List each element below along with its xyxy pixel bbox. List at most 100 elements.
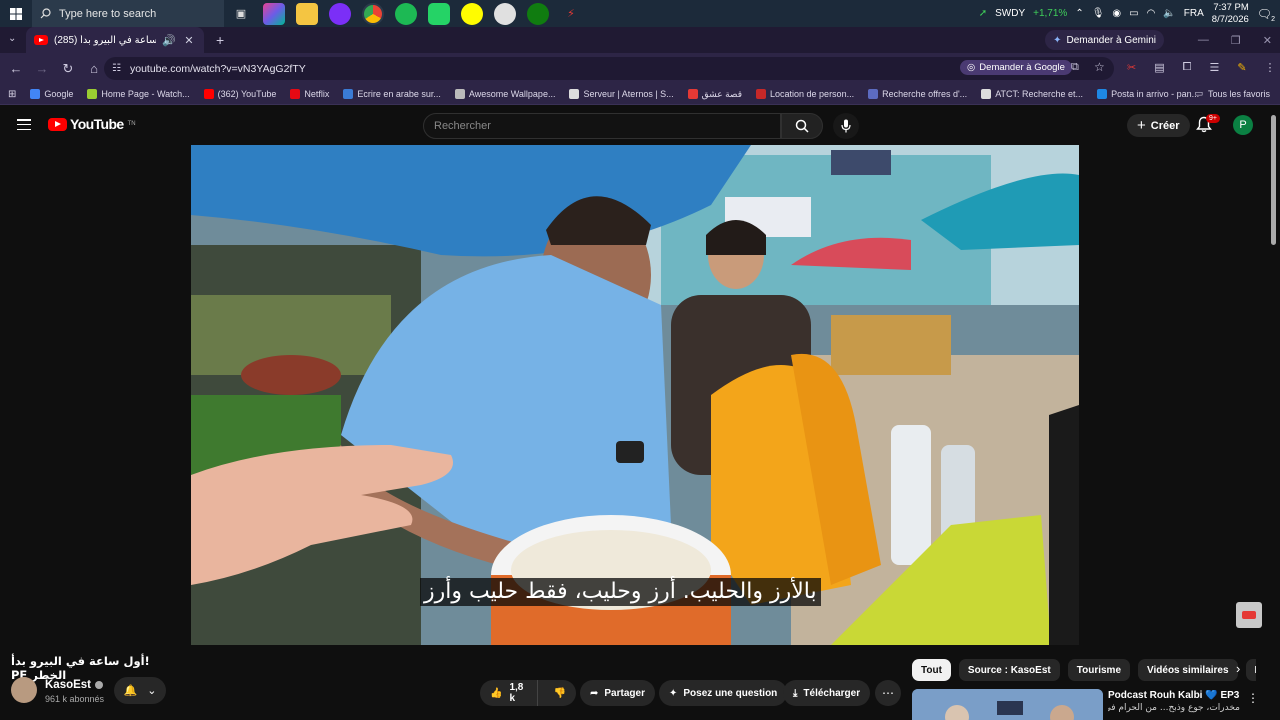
reading-list-icon[interactable]: ☰ <box>1209 61 1219 74</box>
bookmark-item[interactable]: Ecrire en arabe sur... <box>343 89 441 100</box>
bookmark-item[interactable]: (362) YouTube <box>203 89 276 100</box>
share-button[interactable]: ➦ Partager <box>580 680 655 706</box>
browser-menu-icon[interactable]: ⋮ <box>1265 61 1276 74</box>
chip-for-you[interactable]: Pou <box>1245 659 1256 681</box>
youtube-search-input[interactable]: Rechercher <box>423 113 781 139</box>
chip-all[interactable]: Tout <box>912 659 951 681</box>
bookmark-item[interactable]: قصة عشق <box>687 89 742 100</box>
bookmark-item[interactable]: Awesome Wallpape... <box>454 89 555 100</box>
back-icon[interactable]: ← <box>4 61 28 76</box>
tab-youtube[interactable]: (285) أول ساعة في البيرو بدأ 🔊 ✕ <box>26 27 204 53</box>
recommended-video-thumbnail[interactable] <box>912 689 1103 720</box>
bookmark-favicon-icon <box>454 89 465 99</box>
volume-icon[interactable]: 🔈 <box>1163 8 1175 19</box>
account-avatar[interactable]: P <box>1233 115 1253 135</box>
extension-tab-icon[interactable]: ▤ <box>1154 61 1164 74</box>
bookmark-favicon-icon <box>868 89 879 99</box>
bookmark-star-icon[interactable]: ☆ <box>1094 60 1105 74</box>
file-explorer-icon[interactable] <box>296 2 318 25</box>
wifi-icon[interactable]: ◠ <box>1147 8 1156 19</box>
taskbar-search-box[interactable]: Type here to search <box>32 0 224 27</box>
close-window-icon[interactable]: ✕ <box>1263 34 1272 47</box>
profile-icon[interactable]: ✎ <box>1237 61 1246 74</box>
reload-icon[interactable]: ↻ <box>56 61 80 77</box>
language-indicator[interactable]: FRA <box>1184 8 1204 19</box>
new-tab-icon[interactable]: + <box>216 32 224 48</box>
bookmark-favicon-icon <box>343 89 354 99</box>
like-dislike-group: 👍 1,8 k 👎 <box>480 680 576 706</box>
download-button[interactable]: ⤓ Télécharger <box>783 680 871 706</box>
notification-center-icon[interactable]: 🗨 2 <box>1257 7 1275 23</box>
floating-channel-badge[interactable] <box>1236 602 1262 628</box>
apps-grid-icon[interactable]: ⊞ <box>8 89 16 100</box>
bookmark-item[interactable]: Netflix <box>290 89 329 100</box>
cast-icon[interactable]: ⧉ <box>1071 61 1079 74</box>
xbox-icon[interactable] <box>527 2 549 25</box>
bookmark-item[interactable]: Location de person... <box>756 89 854 100</box>
channel-name-link[interactable]: KasoEst <box>45 679 104 691</box>
menu-hamburger-icon[interactable] <box>17 119 31 130</box>
tab-search-chevron-icon[interactable]: ⌄ <box>8 33 16 44</box>
stock-symbol[interactable]: SWDY <box>995 8 1025 19</box>
youtube-search-button[interactable] <box>781 113 823 139</box>
forward-icon[interactable]: → <box>30 61 54 76</box>
site-info-icon[interactable]: ☷ <box>112 63 121 74</box>
spotify-icon[interactable] <box>395 2 417 25</box>
chip-source[interactable]: Source : KasoEst <box>958 659 1060 681</box>
windows-start-icon[interactable] <box>0 0 32 27</box>
minimize-icon[interactable]: — <box>1198 34 1209 46</box>
bookmark-favicon-icon <box>687 89 698 99</box>
ask-gemini-button[interactable]: ✦ Demander à Gemini <box>1045 30 1164 50</box>
dislike-button[interactable]: 👎 <box>544 680 576 706</box>
battery-icon[interactable]: ▭ <box>1129 8 1138 19</box>
chrome-icon[interactable] <box>362 2 384 25</box>
task-view-icon[interactable]: ▣ <box>230 3 252 25</box>
subscriber-count: 961 k abonnés <box>45 694 105 704</box>
page-scrollbar[interactable] <box>1271 115 1276 245</box>
chevron-right-icon[interactable]: › <box>1236 661 1240 676</box>
youtube-header: YouTube TN Rechercher + Créer 9+ P <box>0 105 1268 145</box>
ask-google-button[interactable]: ◎ Demander à Google <box>960 60 1072 75</box>
extensions-puzzle-icon[interactable]: ⧠ <box>1183 61 1192 74</box>
red-app-icon[interactable]: ⚡ <box>560 3 582 25</box>
youtube-logo[interactable]: YouTube TN <box>48 116 136 132</box>
chevron-up-icon[interactable]: ⌃ <box>1075 8 1083 19</box>
home-icon[interactable]: ⌂ <box>82 61 106 76</box>
taskbar-clock[interactable]: 7:37 PM 8/7/2026 <box>1212 2 1249 26</box>
chip-tourism[interactable]: Tourisme <box>1067 659 1131 681</box>
maximize-icon[interactable]: ❐ <box>1231 34 1241 47</box>
search-icon <box>40 8 51 19</box>
bookmark-item[interactable]: Google <box>30 89 73 100</box>
ask-question-button[interactable]: ✦ Posez une question <box>659 680 788 706</box>
bookmark-item[interactable]: ATCT: Recherche et... <box>981 89 1083 100</box>
channel-avatar[interactable] <box>11 677 37 703</box>
chip-similar-videos[interactable]: Vidéos similaires <box>1138 659 1238 681</box>
video-frame-image <box>191 145 1079 645</box>
bookmark-item[interactable]: Home Page - Watch... <box>87 89 190 100</box>
messenger-app-icon[interactable] <box>329 2 351 25</box>
close-tab-icon[interactable]: ✕ <box>182 34 196 47</box>
subscription-bell-button[interactable]: 🔔 ⌄ <box>114 677 166 704</box>
microphone-icon[interactable]: 🎙 <box>1092 8 1105 19</box>
video-player[interactable]: بالأرز والحليب. أرز وحليب، فقط حليب وأرز <box>191 145 1079 645</box>
whatsapp-icon[interactable] <box>428 2 450 25</box>
recommended-video-title[interactable]: Podcast Rouh Kalbi 💙 EP3 | <box>1108 690 1240 701</box>
photos-app-icon[interactable] <box>263 2 285 25</box>
bookmark-item[interactable]: Posta in arrivo - pan... <box>1097 89 1199 100</box>
voice-search-button[interactable] <box>833 113 859 139</box>
like-button[interactable]: 👍 1,8 k <box>480 680 538 706</box>
extension-red-icon[interactable]: ✂ <box>1127 61 1136 74</box>
create-button[interactable]: + Créer <box>1127 114 1190 137</box>
chevron-down-icon: ⌄ <box>147 685 157 697</box>
recommended-more-icon[interactable]: ⋮ <box>1247 691 1259 705</box>
snapchat-icon[interactable] <box>461 2 483 25</box>
audio-playing-icon[interactable]: 🔊 <box>162 34 176 47</box>
location-icon[interactable]: ◉ <box>1112 8 1121 19</box>
bookmark-label: Home Page - Watch... <box>101 89 190 99</box>
bookmark-item[interactable]: Recherche offres d'... <box>868 89 967 100</box>
bookmark-item[interactable]: Serveur | Aternos | S... <box>569 89 674 100</box>
screen-recorder-icon[interactable] <box>494 2 516 25</box>
bookmark-label: Ecrire en arabe sur... <box>357 89 441 99</box>
all-bookmarks-button[interactable]: ▭ Tous les favoris <box>1194 88 1270 99</box>
more-actions-icon[interactable]: ⋯ <box>875 680 901 706</box>
